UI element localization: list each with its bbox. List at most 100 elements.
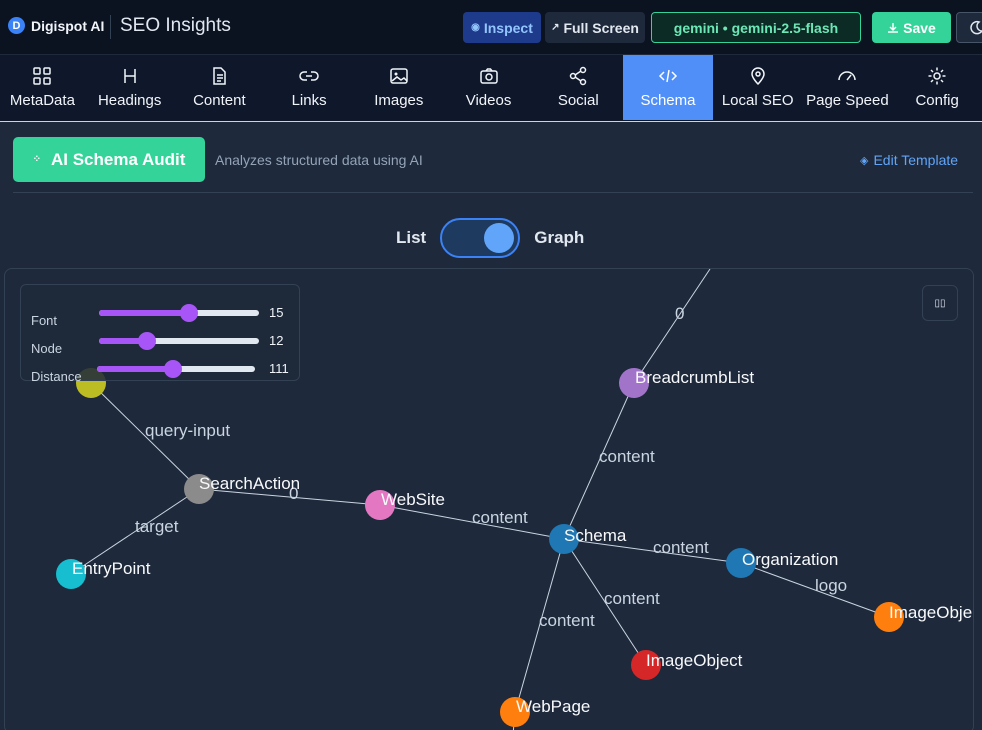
edge-label: content	[604, 589, 660, 608]
view-toggle-row: List Graph	[396, 218, 584, 258]
node-label: ImageObject	[646, 651, 743, 670]
view-toggle-switch[interactable]	[440, 218, 521, 258]
tab-local-seo[interactable]: Local SEO	[713, 55, 803, 120]
sparkle-icon: ⁘	[32, 154, 41, 165]
font-size-slider[interactable]	[99, 304, 259, 322]
inspect-button-label: Inspect	[483, 19, 533, 36]
tab-label: Content	[193, 92, 246, 109]
edit-template-label: Edit Template	[873, 152, 959, 168]
model-selector-label: gemini • gemini-2.5-flash	[673, 19, 839, 36]
node-label: WebSite	[381, 490, 445, 509]
header-divider	[110, 15, 111, 39]
tab-content[interactable]: Content	[175, 55, 265, 120]
slider-thumb	[138, 332, 156, 350]
node-label: Organization	[742, 550, 838, 569]
slider-thumb	[179, 304, 198, 322]
slider-thumb	[163, 360, 182, 378]
tab-bar: MetaData Headings Content Links Images V…	[0, 55, 982, 122]
tab-schema[interactable]: Schema	[623, 55, 713, 120]
brand-name: Digispot AI	[31, 17, 105, 34]
slider-fill	[97, 366, 173, 372]
tab-label: Page Speed	[806, 92, 889, 109]
model-selector[interactable]: gemini • gemini-2.5-flash	[651, 12, 861, 43]
edge-label: content	[653, 538, 709, 557]
theme-toggle-button[interactable]	[956, 12, 982, 43]
distance-control: Distance 111	[31, 360, 293, 384]
distance-label: Distance	[31, 369, 82, 384]
inspect-button[interactable]: ◉ Inspect	[463, 12, 541, 43]
node-label: EntryPoint	[72, 559, 151, 578]
gear-icon	[928, 67, 946, 85]
fullscreen-button-label: Full Screen	[563, 19, 639, 36]
edge-label: logo	[815, 576, 847, 595]
save-button-label: Save	[903, 19, 936, 36]
tab-label: Images	[374, 92, 424, 109]
toggle-knob	[484, 223, 515, 253]
top-header: D Digispot AI SEO Insights ◉ Inspect ↗ F…	[0, 0, 982, 55]
tab-metadata[interactable]: MetaData	[0, 55, 85, 120]
tab-label: MetaData	[9, 92, 75, 109]
distance-slider[interactable]	[97, 360, 255, 378]
edge-label: target	[135, 517, 179, 536]
document-icon	[213, 67, 227, 85]
slider-fill	[99, 310, 189, 316]
graph-view-label[interactable]: Graph	[534, 228, 584, 248]
audit-description: Analyzes structured data using AI	[215, 152, 423, 168]
node-size-value: 12	[269, 333, 284, 348]
graph-edge	[633, 269, 711, 384]
external-link-icon: ↗	[551, 22, 560, 33]
tab-label: Links	[291, 92, 327, 109]
edge-label: 0	[675, 304, 684, 323]
tab-label: Schema	[640, 92, 696, 109]
font-size-label: Font	[31, 313, 58, 328]
link-icon	[299, 71, 319, 81]
layers-icon: ◈	[860, 154, 869, 167]
grid-icon	[33, 67, 52, 85]
ai-schema-audit-button[interactable]: ⁘ AI Schema Audit	[13, 137, 205, 182]
node-size-slider[interactable]	[99, 332, 259, 350]
edit-template-link[interactable]: ◈ Edit Template	[860, 152, 958, 168]
list-view-label[interactable]: List	[396, 228, 426, 248]
gauge-icon	[838, 71, 857, 81]
save-button[interactable]: Save	[872, 12, 951, 43]
node-label: ImageObje	[889, 603, 972, 622]
edge-label: content	[472, 508, 528, 527]
tab-page-speed[interactable]: Page Speed	[803, 55, 893, 120]
edge-label: content	[539, 611, 595, 630]
font-size-control: Font 15	[31, 304, 293, 328]
camera-icon	[479, 68, 498, 84]
share-icon	[570, 66, 587, 86]
tab-social[interactable]: Social	[533, 55, 623, 120]
code-icon	[658, 69, 678, 83]
tab-images[interactable]: Images	[354, 55, 444, 120]
download-icon	[888, 22, 899, 33]
ai-schema-audit-label: AI Schema Audit	[50, 149, 186, 169]
edge-label: query-input	[145, 421, 230, 440]
page-title: SEO Insights	[120, 15, 231, 36]
node-label: WebPage	[516, 697, 590, 716]
node-label: SearchAction	[199, 474, 300, 493]
expand-icon: ▯▯	[934, 297, 946, 309]
edge-label: content	[599, 447, 655, 466]
node-label: Schema	[564, 526, 627, 545]
brand-logo: D	[8, 17, 25, 34]
divider	[13, 192, 973, 193]
moon-icon	[970, 20, 982, 34]
tab-headings[interactable]: Headings	[85, 55, 175, 120]
brand: D Digispot AI	[8, 17, 104, 34]
heading-icon	[123, 69, 136, 83]
tab-videos[interactable]: Videos	[444, 55, 534, 120]
graph-controls-panel: Font 15 Node 12 Distance 111	[20, 284, 300, 384]
image-icon	[390, 68, 408, 84]
tab-label: Local SEO	[721, 92, 794, 109]
schema-panel: ⁘ AI Schema Audit Analyzes structured da…	[0, 122, 982, 730]
font-size-value: 15	[269, 305, 284, 320]
tab-links[interactable]: Links	[264, 55, 354, 120]
fullscreen-button[interactable]: ↗ Full Screen	[545, 12, 645, 43]
tab-label: Social	[557, 92, 599, 109]
node-size-control: Node 12	[31, 332, 293, 356]
tab-label: Config	[915, 92, 959, 109]
tab-config[interactable]: Config	[892, 55, 982, 120]
graph-fullscreen-button[interactable]: ▯▯	[922, 285, 958, 321]
schema-graph[interactable]: 0 content query-input 0 target content c…	[4, 268, 974, 730]
